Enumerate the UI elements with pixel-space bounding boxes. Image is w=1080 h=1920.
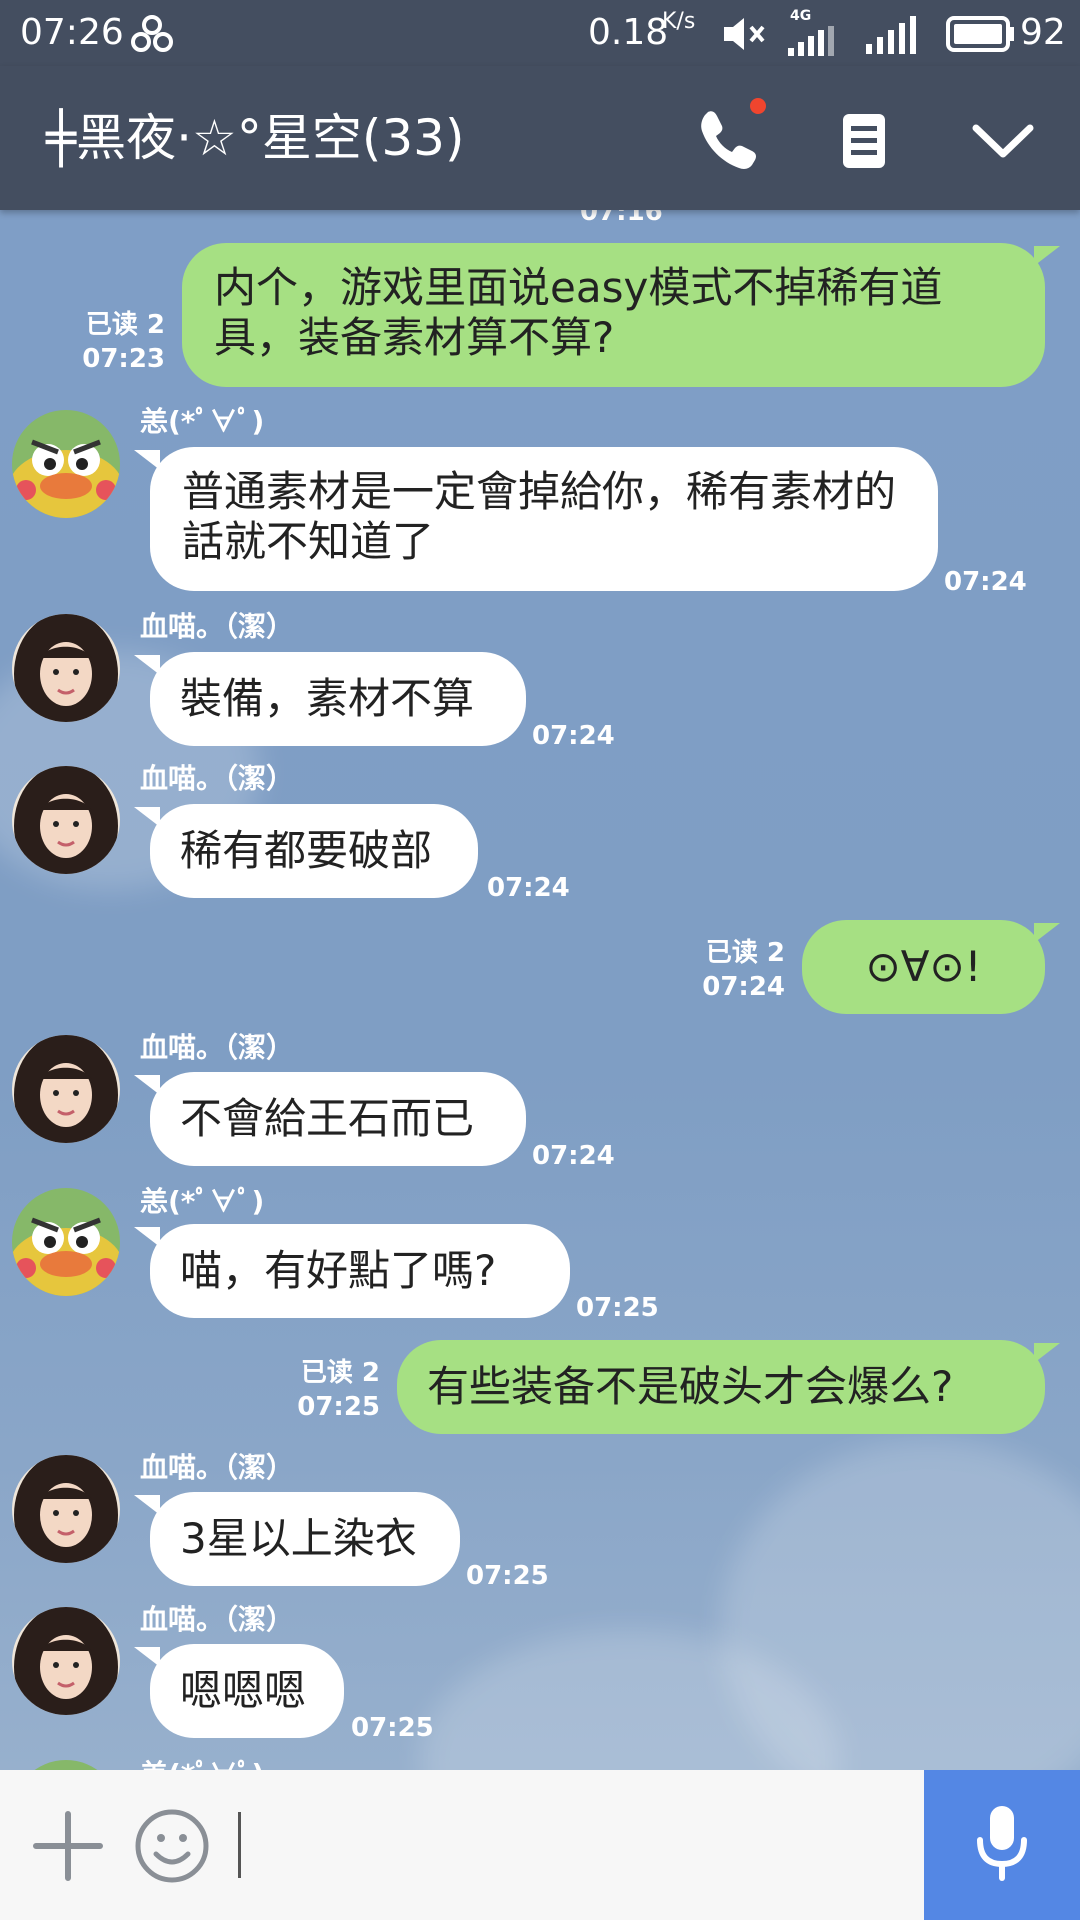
app-notification-icon [130, 14, 174, 64]
text-cursor [238, 1812, 241, 1878]
incoming-message-bubble[interactable]: 嗯嗯嗯 [150, 1644, 344, 1738]
battery-icon [946, 16, 1016, 62]
incoming-message-bubble[interactable]: 裝備，素材不算 [150, 652, 526, 746]
avatar[interactable] [12, 1035, 120, 1143]
sender-name: 恙(*ﾟ∀ﾟ) [140, 405, 265, 438]
avatar[interactable] [12, 1607, 120, 1715]
sender-name: 恙(*ﾟ∀ﾟ) [140, 1185, 265, 1218]
microphone-icon [977, 1806, 1027, 1881]
avatar[interactable] [12, 1188, 120, 1296]
note-icon[interactable] [830, 106, 900, 176]
microphone-button[interactable] [924, 1770, 1080, 1920]
incoming-message-bubble[interactable]: 稀有都要破部 [150, 804, 478, 898]
sender-name: 血喵。（潔） [140, 610, 295, 643]
bubble-tail [134, 1075, 160, 1095]
bubble-tail [134, 807, 160, 827]
outgoing-message-bubble[interactable]: ⊙∀⊙! [802, 920, 1045, 1014]
network-speed-unit: K/s [662, 9, 696, 34]
message-time: 07:24 [532, 721, 615, 751]
emoji-icon[interactable] [134, 1808, 210, 1884]
signal-icon-1 [788, 24, 844, 66]
bubble-tail [1034, 246, 1060, 266]
bubble-tail [134, 450, 160, 470]
input-bar [0, 1770, 1080, 1920]
message-time: 07:25 [466, 1561, 549, 1591]
notification-dot [750, 98, 766, 114]
bubble-tail [1034, 923, 1060, 943]
incoming-message-bubble[interactable]: 普通素材是一定會掉給你，稀有素材的話就不知道了 [150, 447, 938, 591]
incoming-message-bubble[interactable]: 不會給王石而已 [150, 1072, 526, 1166]
chevron-down-icon[interactable] [968, 106, 1038, 176]
chat-area[interactable]: 07:16 已读 2 07:23 内个，游戏里面说easy模式不掉稀有道具，装备素… [0, 210, 1080, 1770]
sender-name: 恙(*ﾟ∀ﾟ) [140, 1758, 264, 1770]
outgoing-message-bubble[interactable]: 内个，游戏里面说easy模式不掉稀有道具，装备素材算不算? [182, 243, 1045, 387]
plus-icon[interactable] [32, 1810, 104, 1882]
bubble-tail [134, 1227, 160, 1247]
message-time: 07:25 [576, 1293, 659, 1323]
network-type: 4G [790, 8, 812, 24]
bubble-tail [134, 655, 160, 675]
avatar[interactable] [12, 1760, 120, 1770]
read-receipt: 已读 2 07:24 [702, 938, 785, 1002]
chat-title[interactable]: ╪黑夜·☆°星空(33) [46, 106, 464, 170]
read-receipt: 已读 2 07:23 [82, 310, 165, 374]
message-time: 07:25 [351, 1713, 434, 1743]
incoming-message-bubble[interactable]: 喵，有好點了嗎? [150, 1224, 570, 1318]
partial-message-time: 07:16 [580, 210, 663, 227]
battery-level: 92 [1020, 12, 1066, 53]
phone-icon[interactable] [694, 98, 766, 176]
bubble-tail [134, 1495, 160, 1515]
bubble-tail [134, 1647, 160, 1667]
avatar[interactable] [12, 766, 120, 874]
status-time: 07:26 [20, 12, 124, 53]
sender-name: 血喵。（潔） [140, 1451, 295, 1484]
sender-name: 血喵。（潔） [140, 762, 295, 795]
message-time: 07:24 [487, 873, 570, 903]
chat-header: ╪黑夜·☆°星空(33) [0, 66, 1080, 210]
message-time: 07:24 [944, 567, 1027, 597]
sender-name: 血喵。（潔） [140, 1031, 295, 1064]
read-receipt: 已读 2 07:25 [297, 1358, 380, 1422]
signal-icon-2 [866, 16, 922, 64]
sender-name: 血喵。（潔） [140, 1603, 295, 1636]
avatar[interactable] [12, 1455, 120, 1563]
network-speed: 0.18 [588, 12, 669, 53]
message-time: 07:24 [532, 1141, 615, 1171]
outgoing-message-bubble[interactable]: 有些装备不是破头才会爆么? [397, 1340, 1045, 1434]
mute-icon [722, 14, 768, 64]
bubble-tail [1034, 1343, 1060, 1363]
avatar[interactable] [12, 614, 120, 722]
message-input[interactable] [244, 1790, 904, 1900]
status-bar: 07:26 0.18 K/s 4G 92 [0, 0, 1080, 66]
avatar[interactable] [12, 410, 120, 518]
incoming-message-bubble[interactable]: 3星以上染衣 [150, 1492, 460, 1586]
